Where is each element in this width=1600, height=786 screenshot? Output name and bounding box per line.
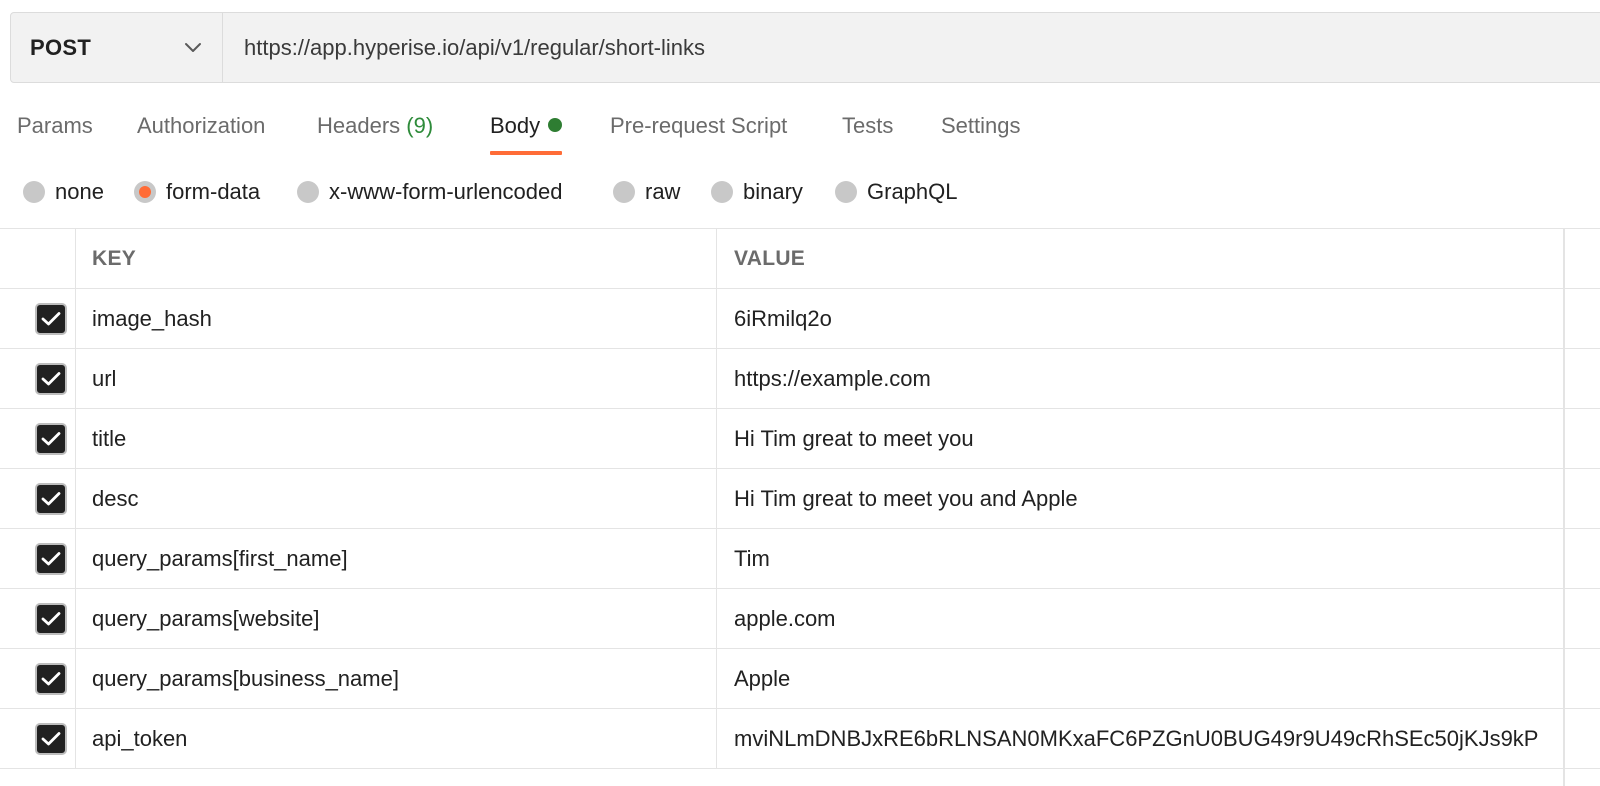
checkmark-icon: [41, 611, 60, 625]
tab-pre-request-script[interactable]: Pre-request Script: [610, 108, 787, 160]
checkmark-icon: [41, 371, 60, 385]
row-enabled-checkbox[interactable]: [34, 722, 67, 755]
radio-option-graphql[interactable]: GraphQL: [835, 172, 958, 212]
row-enabled-checkbox[interactable]: [34, 662, 67, 695]
tab-settings[interactable]: Settings: [941, 108, 1021, 160]
table-row: url https://example.com: [0, 349, 1600, 409]
tab-label: Body: [490, 113, 541, 138]
table-row: desc Hi Tim great to meet you and Apple: [0, 469, 1600, 529]
row-check-cell: [0, 409, 76, 468]
radio-label: GraphQL: [867, 179, 958, 204]
key-cell[interactable]: query_params[first_name]: [76, 529, 717, 588]
table-row: query_params[first_name] Tim: [0, 529, 1600, 589]
checkmark-icon: [41, 671, 60, 685]
row-check-cell: [0, 709, 76, 768]
header-value-cell: VALUE: [717, 229, 1600, 288]
radio-button[interactable]: [711, 181, 733, 203]
radio-button[interactable]: [297, 181, 319, 203]
key-cell[interactable]: title: [76, 409, 717, 468]
tab-authorization[interactable]: Authorization: [137, 108, 265, 160]
column-header-key: KEY: [92, 246, 137, 270]
row-check-cell: [0, 469, 76, 528]
request-tabs: Params Authorization Headers (9) Body Pr…: [0, 108, 1600, 160]
request-url-bar: POST: [10, 12, 1600, 83]
key-cell[interactable]: url: [76, 349, 717, 408]
row-check-cell: [0, 589, 76, 648]
radio-button[interactable]: [613, 181, 635, 203]
row-enabled-checkbox[interactable]: [34, 482, 67, 515]
table-row: query_params[business_name] Apple: [0, 649, 1600, 709]
table-right-divider: [1563, 228, 1565, 786]
row-check-cell: [0, 529, 76, 588]
radio-option-x-www-form-urlencoded[interactable]: x-www-form-urlencoded: [297, 172, 563, 212]
row-check-cell: [0, 289, 76, 348]
key-cell[interactable]: api_token: [76, 709, 717, 768]
header-key-cell: KEY: [76, 229, 717, 288]
active-tab-indicator: [490, 151, 563, 155]
checkmark-icon: [41, 731, 60, 745]
radio-label: none: [55, 179, 104, 204]
tab-body[interactable]: Body: [490, 108, 563, 160]
value-cell[interactable]: Apple: [717, 649, 1600, 708]
tab-label: Authorization: [137, 113, 266, 138]
headers-count: (9): [406, 113, 434, 138]
row-enabled-checkbox[interactable]: [34, 602, 67, 635]
checkmark-icon: [41, 311, 60, 325]
value-cell[interactable]: mviNLmDNBJxRE6bRLNSAN0MKxaFC6PZGnU0BUG49…: [717, 709, 1600, 768]
tab-label: Settings: [941, 113, 1021, 138]
table-row: title Hi Tim great to meet you: [0, 409, 1600, 469]
tab-label: Tests: [842, 113, 894, 138]
radio-label: x-www-form-urlencoded: [329, 179, 563, 204]
tab-label: Pre-request Script: [610, 113, 788, 138]
row-enabled-checkbox[interactable]: [34, 542, 67, 575]
key-cell[interactable]: query_params[business_name]: [76, 649, 717, 708]
url-input[interactable]: [223, 13, 1600, 82]
tab-params[interactable]: Params: [17, 108, 93, 160]
radio-button[interactable]: [23, 181, 45, 203]
table-header-row: KEY VALUE: [0, 229, 1600, 289]
row-enabled-checkbox[interactable]: [34, 302, 67, 335]
table-row: query_params[website] apple.com: [0, 589, 1600, 649]
value-cell[interactable]: 6iRmilq2o: [717, 289, 1600, 348]
tab-tests[interactable]: Tests: [842, 108, 893, 160]
radio-button-checked[interactable]: [134, 181, 156, 203]
header-check-cell: [0, 229, 76, 288]
form-data-table: KEY VALUE image_hash 6iRmilq2o url https…: [0, 228, 1600, 769]
tab-headers[interactable]: Headers (9): [317, 108, 433, 160]
checkmark-icon: [41, 431, 60, 445]
chevron-down-icon: [185, 43, 201, 52]
key-cell[interactable]: desc: [76, 469, 717, 528]
radio-label: raw: [645, 179, 681, 204]
checkmark-icon: [41, 491, 60, 505]
row-check-cell: [0, 649, 76, 708]
modified-dot-icon: [548, 118, 563, 132]
row-check-cell: [0, 349, 76, 408]
row-enabled-checkbox[interactable]: [34, 362, 67, 395]
value-cell[interactable]: https://example.com: [717, 349, 1600, 408]
table-row: image_hash 6iRmilq2o: [0, 289, 1600, 349]
table-row: api_token mviNLmDNBJxRE6bRLNSAN0MKxaFC6P…: [0, 709, 1600, 769]
method-dropdown[interactable]: POST: [11, 13, 223, 82]
tab-label: Headers: [317, 113, 401, 138]
row-enabled-checkbox[interactable]: [34, 422, 67, 455]
value-cell[interactable]: Hi Tim great to meet you: [717, 409, 1600, 468]
value-cell[interactable]: apple.com: [717, 589, 1600, 648]
value-cell[interactable]: Tim: [717, 529, 1600, 588]
key-cell[interactable]: query_params[website]: [76, 589, 717, 648]
body-type-selector: none form-data x-www-form-urlencoded raw…: [0, 172, 1600, 212]
radio-option-binary[interactable]: binary: [711, 172, 803, 212]
key-cell[interactable]: image_hash: [76, 289, 717, 348]
radio-option-raw[interactable]: raw: [613, 172, 680, 212]
checkmark-icon: [41, 551, 60, 565]
radio-button[interactable]: [835, 181, 857, 203]
column-header-value: VALUE: [734, 246, 806, 270]
radio-option-form-data[interactable]: form-data: [134, 172, 260, 212]
tab-label: Params: [17, 113, 93, 138]
radio-label: binary: [743, 179, 803, 204]
radio-label: form-data: [166, 179, 261, 204]
value-cell[interactable]: Hi Tim great to meet you and Apple: [717, 469, 1600, 528]
method-label: POST: [30, 34, 92, 60]
radio-option-none[interactable]: none: [23, 172, 104, 212]
